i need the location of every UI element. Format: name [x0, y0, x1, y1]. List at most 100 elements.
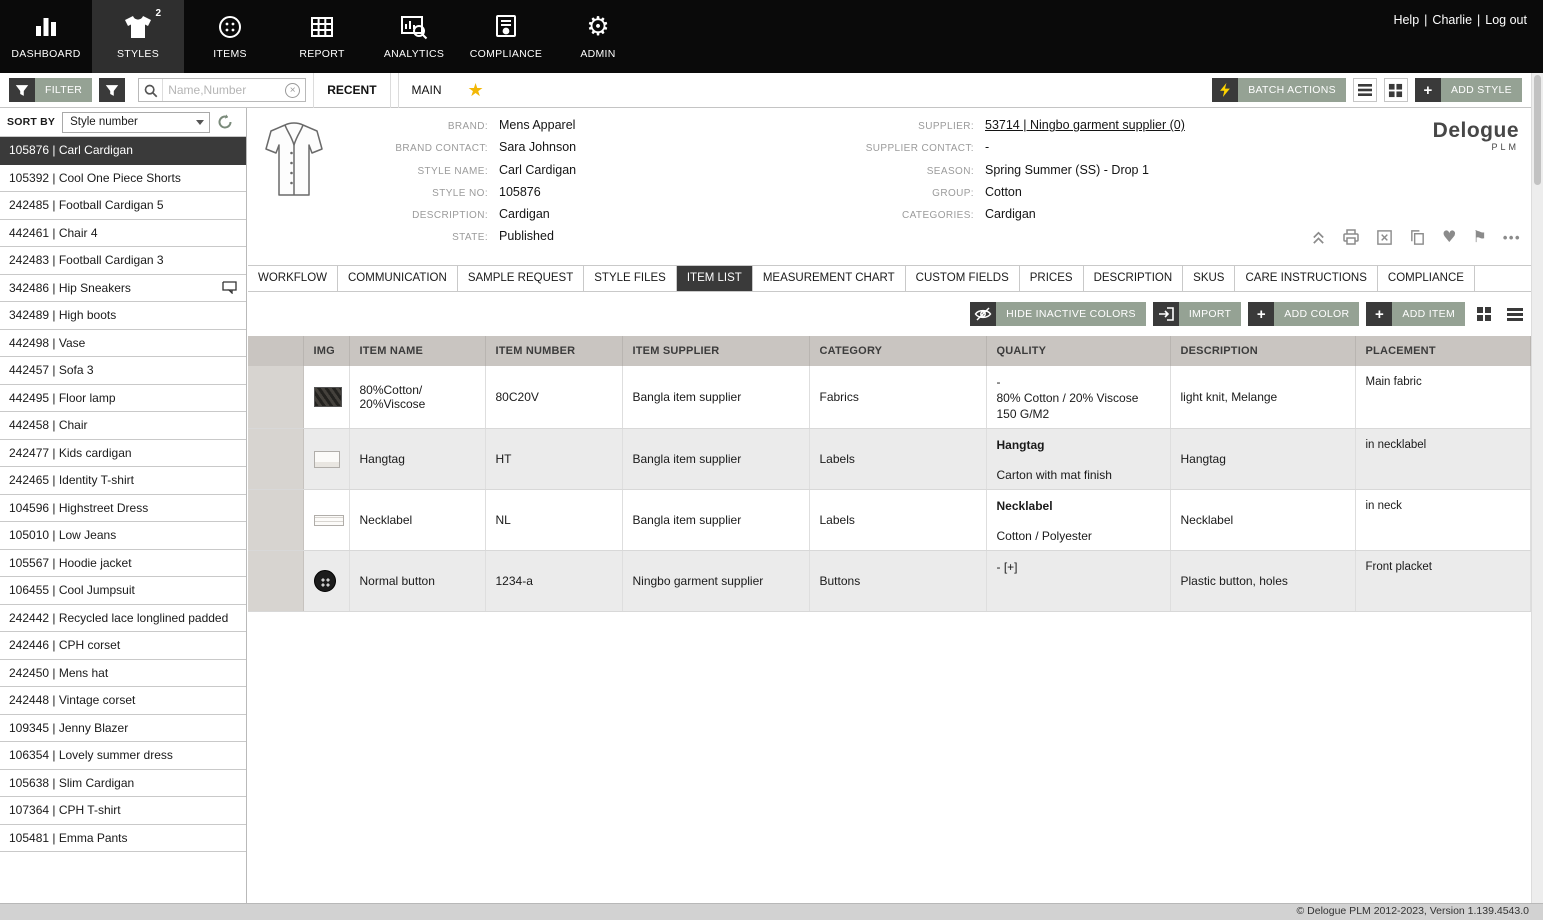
- style-tab[interactable]: SKUS: [1183, 266, 1236, 291]
- list-item[interactable]: 105010 | Low Jeans: [0, 522, 246, 550]
- list-item[interactable]: 242483 | Football Cardigan 3: [0, 247, 246, 275]
- item-list-view-button[interactable]: [1503, 303, 1527, 325]
- tab-recent[interactable]: RECENT: [313, 72, 391, 108]
- list-item[interactable]: 105481 | Emma Pants: [0, 824, 246, 852]
- excel-export-icon[interactable]: [1376, 229, 1393, 246]
- item-grid-view-button[interactable]: [1472, 303, 1496, 325]
- clear-filter-button[interactable]: [99, 78, 126, 102]
- style-tab[interactable]: SAMPLE REQUEST: [457, 266, 585, 291]
- list-item[interactable]: 105638 | Slim Cardigan: [0, 769, 246, 797]
- item-image-cell: [303, 489, 350, 551]
- grid-view-button[interactable]: [1383, 78, 1408, 102]
- list-item[interactable]: 242446 | CPH corset: [0, 632, 246, 660]
- list-item[interactable]: 442498 | Vase: [0, 329, 246, 357]
- nav-compliance[interactable]: COMPLIANCE: [460, 0, 552, 73]
- list-item[interactable]: 442461 | Chair 4: [0, 219, 246, 247]
- style-tab[interactable]: COMMUNICATION: [338, 266, 458, 291]
- favorite-heart-icon[interactable]: ♥: [1442, 228, 1456, 246]
- chevron-down-icon: [196, 119, 205, 125]
- add-item-button[interactable]: + ADD ITEM: [1366, 302, 1465, 326]
- column-header[interactable]: IMG: [303, 336, 350, 366]
- add-style-button[interactable]: + ADD STYLE: [1414, 78, 1522, 102]
- clear-search-icon[interactable]: ×: [285, 82, 301, 98]
- style-tab[interactable]: CARE INSTRUCTIONS: [1235, 266, 1378, 291]
- nav-styles[interactable]: 2 STYLES: [92, 0, 184, 73]
- collapse-icon[interactable]: [1311, 229, 1326, 246]
- list-item[interactable]: 105392 | Cool One Piece Shorts: [0, 164, 246, 192]
- favorites-star-icon[interactable]: ★: [462, 80, 490, 101]
- item-list-toolbar: HIDE INACTIVE COLORS IMPORT + ADD COLOR …: [248, 292, 1531, 336]
- nav-analytics[interactable]: ANALYTICS: [368, 0, 460, 73]
- table-row[interactable]: 80%Cotton/ 20%Viscose 80C20V Bangla item…: [248, 366, 1531, 429]
- field-value: 105876: [499, 184, 541, 199]
- table-row[interactable]: Hangtag HT Bangla item supplier Labels H…: [248, 428, 1531, 490]
- row-indicator-cell: [248, 428, 304, 490]
- nav-admin[interactable]: ⚙ ADMIN: [552, 0, 644, 73]
- nav-dashboard[interactable]: DASHBOARD: [0, 0, 92, 73]
- style-tab[interactable]: STYLE FILES: [584, 266, 677, 291]
- nav-report[interactable]: REPORT: [276, 0, 368, 73]
- list-item[interactable]: 242450 | Mens hat: [0, 659, 246, 687]
- list-item[interactable]: 342486 | Hip Sneakers: [0, 274, 246, 302]
- style-list-label: 242442 | Recycled lace longlined padded: [9, 610, 229, 625]
- nav-items[interactable]: ITEMS: [184, 0, 276, 73]
- hide-inactive-colors-button[interactable]: HIDE INACTIVE COLORS: [970, 302, 1146, 326]
- add-color-button[interactable]: + ADD COLOR: [1248, 302, 1360, 326]
- list-item[interactable]: 105567 | Hoodie jacket: [0, 549, 246, 577]
- style-tab[interactable]: ITEM LIST: [676, 266, 753, 291]
- tab-main[interactable]: MAIN: [397, 72, 455, 108]
- column-header[interactable]: ITEM SUPPLIER: [622, 336, 810, 366]
- refresh-icon[interactable]: [217, 114, 233, 130]
- style-tab[interactable]: CUSTOM FIELDS: [905, 266, 1020, 291]
- list-item[interactable]: 104596 | Highstreet Dress: [0, 494, 246, 522]
- column-header[interactable]: QUALITY: [986, 336, 1171, 366]
- more-options-icon[interactable]: •••: [1503, 230, 1521, 245]
- list-item[interactable]: 442457 | Sofa 3: [0, 357, 246, 385]
- list-item[interactable]: 242448 | Vintage corset: [0, 687, 246, 715]
- style-tab[interactable]: MEASUREMENT CHART: [752, 266, 906, 291]
- style-tab[interactable]: DESCRIPTION: [1083, 266, 1184, 291]
- help-link[interactable]: Help: [1393, 13, 1419, 27]
- vertical-scrollbar[interactable]: [1531, 73, 1543, 903]
- list-item[interactable]: 242485 | Football Cardigan 5: [0, 192, 246, 220]
- table-row[interactable]: Necklabel NL Bangla item supplier Labels…: [248, 489, 1531, 551]
- list-item[interactable]: 242465 | Identity T-shirt: [0, 467, 246, 495]
- list-item[interactable]: 105876 | Carl Cardigan: [0, 137, 246, 165]
- list-item[interactable]: 342489 | High boots: [0, 302, 246, 330]
- batch-actions-button[interactable]: BATCH ACTIONS: [1212, 78, 1346, 102]
- filter-button[interactable]: FILTER: [9, 78, 93, 102]
- item-placement-cell: Front placket: [1355, 550, 1531, 612]
- logout-link[interactable]: Log out: [1485, 13, 1527, 27]
- list-item[interactable]: 442458 | Chair: [0, 412, 246, 440]
- search-icon: [139, 79, 164, 101]
- style-tab[interactable]: WORKFLOW: [248, 266, 338, 291]
- flag-icon[interactable]: ⚑: [1473, 228, 1487, 246]
- list-item[interactable]: 442495 | Floor lamp: [0, 384, 246, 412]
- list-item[interactable]: 242477 | Kids cardigan: [0, 439, 246, 467]
- sort-select[interactable]: Style number: [62, 111, 211, 133]
- list-item[interactable]: 107364 | CPH T-shirt: [0, 797, 246, 825]
- style-tab[interactable]: PRICES: [1019, 266, 1084, 291]
- column-header[interactable]: DESCRIPTION: [1170, 336, 1356, 366]
- list-item[interactable]: 242442 | Recycled lace longlined padded: [0, 604, 246, 632]
- copy-icon[interactable]: [1409, 229, 1426, 246]
- import-button[interactable]: IMPORT: [1152, 302, 1242, 326]
- column-header[interactable]: PLACEMENT: [1355, 336, 1531, 366]
- column-header[interactable]: ITEM NAME: [349, 336, 486, 366]
- search-input[interactable]: [163, 83, 286, 97]
- nav-label: DASHBOARD: [11, 48, 81, 60]
- table-row[interactable]: Normal button 1234-a Ningbo garment supp…: [248, 550, 1531, 612]
- column-header[interactable]: CATEGORY: [809, 336, 987, 366]
- scrollbar-thumb[interactable]: [1534, 75, 1541, 185]
- print-icon[interactable]: [1342, 228, 1360, 246]
- list-item[interactable]: 106354 | Lovely summer dress: [0, 742, 246, 770]
- list-item[interactable]: 109345 | Jenny Blazer: [0, 714, 246, 742]
- list-view-button[interactable]: [1352, 78, 1377, 102]
- style-tab[interactable]: COMPLIANCE: [1377, 266, 1475, 291]
- style-list-label: 105010 | Low Jeans: [9, 528, 117, 543]
- list-item[interactable]: 106455 | Cool Jumpsuit: [0, 577, 246, 605]
- user-name-link[interactable]: Charlie: [1432, 13, 1472, 27]
- column-header[interactable]: ITEM NUMBER: [485, 336, 623, 366]
- list-view-icon: [1507, 307, 1523, 321]
- supplier-link[interactable]: 53714 | Ningbo garment supplier (0): [985, 118, 1185, 132]
